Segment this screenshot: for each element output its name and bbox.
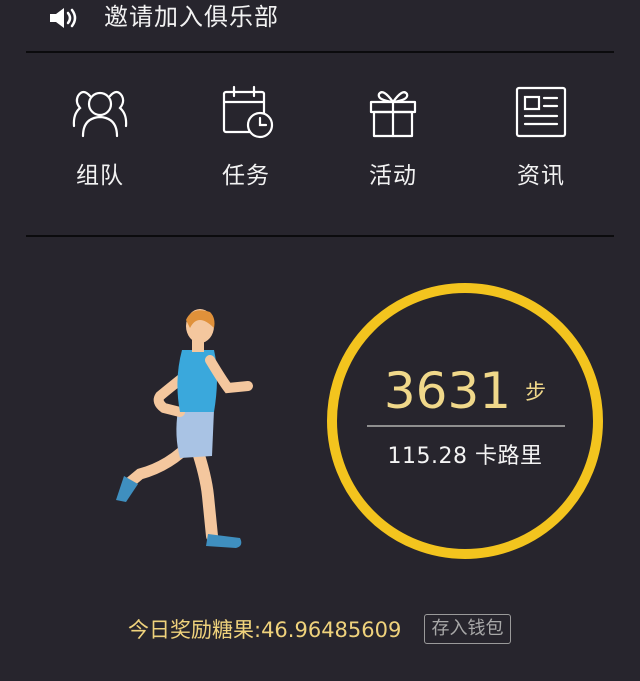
step-count-unit: 步 [525,380,547,404]
gift-icon [369,91,417,138]
top-bar: 邀请加入俱乐部 [0,0,640,52]
team-icon [72,90,128,138]
step-count-value: 3631 [383,362,512,420]
daily-reward-text: 今日奖励糖果:46.96485609 [128,618,402,642]
step-progress-ring [327,283,603,559]
step-count: 3631 步 [322,362,608,420]
divider-top [26,51,614,53]
calendar-clock-icon [222,85,274,139]
speaker-icon [50,8,77,28]
divider-bottom [26,235,614,237]
nav-item-tasks[interactable]: 任务 [191,84,301,204]
invite-club-link[interactable]: 邀请加入俱乐部 [104,0,279,34]
nav-label-tasks: 任务 [222,163,270,189]
nav-label-events: 活动 [369,163,417,189]
nav-item-team[interactable]: 组队 [45,84,155,204]
feature-nav: 组队 任务 活动 资讯 [0,62,640,232]
runner-illustration [116,309,253,548]
nav-label-news: 资讯 [517,163,565,189]
daily-reward: 今日奖励糖果:46.96485609 [0,612,640,646]
stats-divider [367,425,565,427]
calorie-count: 115.28 卡路里 [387,444,543,469]
nav-item-events[interactable]: 活动 [338,84,448,204]
nav-item-news[interactable]: 资讯 [486,84,596,204]
news-icon [515,86,567,138]
save-to-wallet-button[interactable]: 存入钱包 [424,614,511,644]
nav-label-team: 组队 [76,163,124,189]
